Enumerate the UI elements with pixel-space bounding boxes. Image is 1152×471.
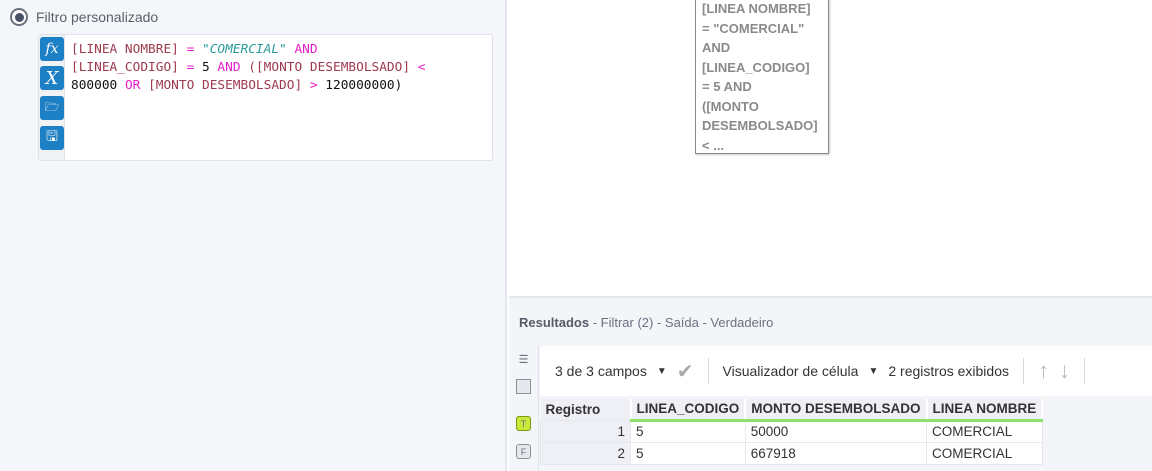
column-header[interactable]: MONTO DESEMBOLSADO xyxy=(745,399,928,422)
expression-editor[interactable]: fx X 🗁 🖫 [LINEA NOMBRE] = "COMERCIAL" AN… xyxy=(38,34,493,161)
records-count: 2 registros exibidos xyxy=(888,363,1009,379)
check-icon[interactable]: ✔ xyxy=(677,359,694,384)
annotation-line: ([MONTO xyxy=(702,98,759,114)
annotation-line: < ... xyxy=(702,137,725,153)
annotation-line: AND xyxy=(702,40,731,55)
code-token: "COMERCIAL" xyxy=(202,42,287,57)
column-header[interactable]: LINEA_CODIGO xyxy=(630,399,747,422)
annotation-line: DESEMBOLSADO] xyxy=(702,118,818,133)
results-toolbar: 3 de 3 campos ▼ ✔ Visualizador de célula… xyxy=(540,346,1152,396)
workflow-canvas[interactable] xyxy=(509,0,1152,296)
function-icon[interactable]: fx xyxy=(40,37,64,61)
false-output-icon[interactable]: F xyxy=(516,444,531,459)
results-panel: Resultados - Filtrar (2) - Saída - Verda… xyxy=(509,296,1152,471)
code-line: 800000 OR [MONTO DESEMBOLSADO] > 1200000… xyxy=(71,77,425,95)
results-sidebar: ☰ T F xyxy=(509,346,539,471)
code-token: ([MONTO DESEMBOLSADO] xyxy=(248,60,411,75)
table-cell[interactable]: 5 xyxy=(630,419,746,443)
code-token: < xyxy=(410,60,426,75)
expression-code[interactable]: [LINEA NOMBRE] = "COMERCIAL" AND [LINEA_C… xyxy=(71,41,425,95)
code-token: [LINEA NOMBRE] xyxy=(71,42,179,57)
code-token: OR xyxy=(117,78,149,93)
tool-annotation[interactable]: [LINEA NOMBRE] = "COMERCIAL" AND [LINEA_COD… xyxy=(695,0,829,154)
table-cell[interactable]: 2 xyxy=(540,441,631,465)
annotation-line: [LINEA NOMBRE] xyxy=(702,1,811,16)
results-table: Registro LINEA_CODIGO MONTO DESEMBOLSADO LI… xyxy=(540,399,1044,465)
code-token: AND xyxy=(209,60,249,75)
arrow-down-icon[interactable]: ↓ xyxy=(1059,358,1070,384)
cell-viewer-selector[interactable]: Visualizador de célula xyxy=(723,363,859,379)
annotation-line: = "COMERCIAL" xyxy=(702,20,805,36)
results-title: Resultados - Filtrar (2) - Saída - Verda… xyxy=(519,315,774,330)
chevron-down-icon[interactable]: ▼ xyxy=(657,366,667,377)
code-token: 800000 xyxy=(71,78,118,93)
table-cell[interactable]: COMERCIAL xyxy=(926,441,1043,465)
arrow-up-icon[interactable]: ↑ xyxy=(1038,358,1049,384)
code-token: > xyxy=(302,78,326,93)
table-cell[interactable]: 50000 xyxy=(744,419,928,443)
radio-selected[interactable] xyxy=(10,8,28,26)
table-row[interactable]: 2 5 667918 COMERCIAL xyxy=(540,441,1043,465)
code-token: = xyxy=(178,42,202,57)
code-token: = xyxy=(178,60,202,75)
code-token: ) xyxy=(394,78,403,93)
custom-filter-label: Filtro personalizado xyxy=(36,9,159,25)
code-token: 120000000 xyxy=(325,78,395,93)
code-token: AND xyxy=(286,42,318,57)
table-cell[interactable]: COMERCIAL xyxy=(926,419,1043,443)
column-header[interactable]: LINEA NOMBRE xyxy=(926,399,1044,422)
annotation-line: [LINEA_CODIGO] xyxy=(702,59,810,75)
list-icon[interactable]: ☰ xyxy=(516,352,531,367)
true-output-icon[interactable]: T xyxy=(516,416,531,431)
save-icon[interactable]: 🖫 xyxy=(40,126,64,150)
fields-selector[interactable]: 3 de 3 campos xyxy=(555,363,647,379)
table-cell[interactable]: 667918 xyxy=(744,441,928,465)
code-token: [MONTO DESEMBOLSADO] xyxy=(148,78,303,93)
table-row[interactable]: 1 5 50000 COMERCIAL xyxy=(540,419,1043,443)
editor-toolbar: fx X 🗁 🖫 xyxy=(39,35,65,160)
code-token: 5 xyxy=(202,60,210,75)
custom-filter-option[interactable]: Filtro personalizado xyxy=(10,8,158,26)
variable-icon[interactable]: X xyxy=(40,66,64,90)
table-cell[interactable]: 1 xyxy=(540,419,631,443)
column-header[interactable]: Registro xyxy=(540,399,632,420)
annotation-line: = 5 AND xyxy=(702,79,752,94)
chevron-down-icon[interactable]: ▼ xyxy=(868,366,878,377)
table-cell[interactable]: 5 xyxy=(630,441,746,465)
code-line: [LINEA NOMBRE] = "COMERCIAL" AND xyxy=(71,41,425,59)
code-line: [LINEA_CODIGO] = 5 AND ([MONTO DESEMBOLS… xyxy=(71,59,425,77)
tag-icon[interactable] xyxy=(516,379,531,394)
open-folder-icon[interactable]: 🗁 xyxy=(40,96,64,120)
filter-config-panel: Filtro personalizado fx X 🗁 🖫 [LINEA NOM… xyxy=(0,0,507,471)
code-token: [LINEA_CODIGO] xyxy=(71,60,179,75)
